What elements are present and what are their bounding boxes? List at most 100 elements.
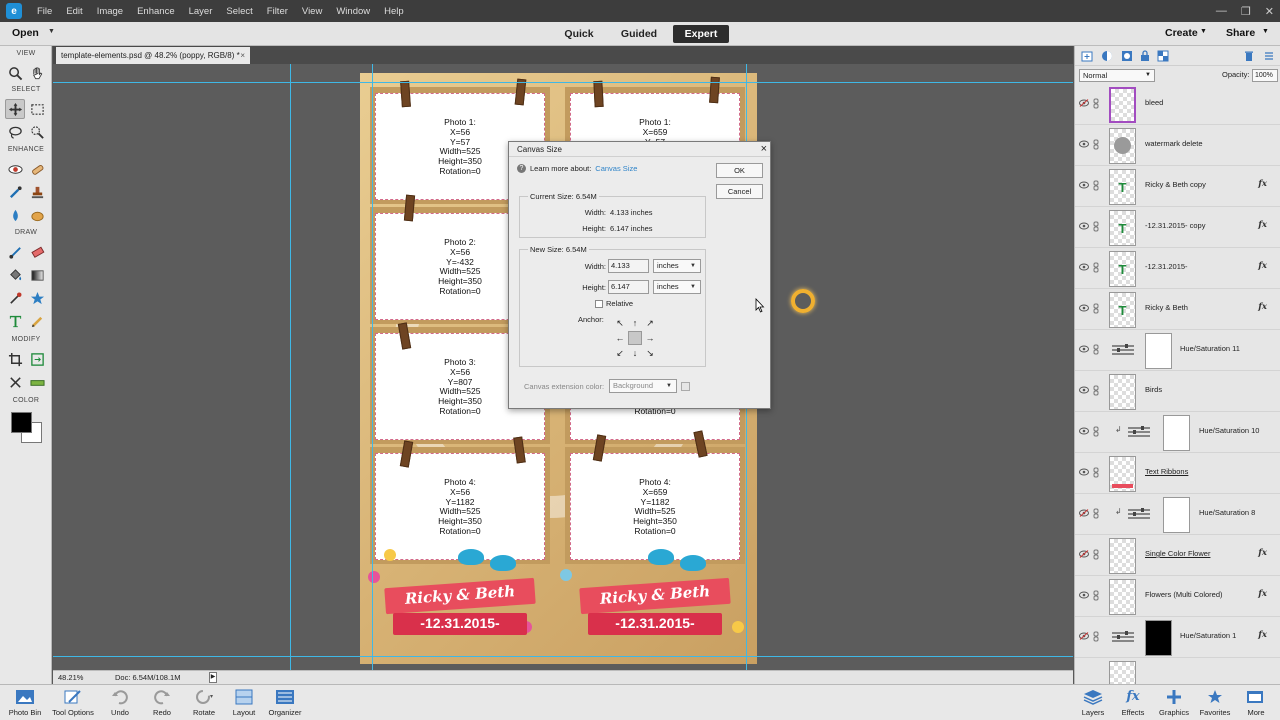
link-icon[interactable] — [1093, 221, 1099, 232]
redo-button[interactable]: Redo — [148, 688, 176, 717]
sponge-tool-icon[interactable] — [27, 205, 47, 225]
fx-icon[interactable]: fx — [1258, 261, 1267, 271]
menu-help[interactable]: Help — [377, 6, 411, 17]
quick-selection-tool-icon[interactable] — [27, 122, 47, 142]
eye-icon[interactable] — [1079, 181, 1089, 189]
anchor-n-arrow-icon[interactable]: ↑ — [628, 316, 642, 330]
dialog-close-icon[interactable]: × — [761, 142, 767, 157]
link-icon[interactable] — [1093, 262, 1099, 273]
eye-hidden-icon[interactable] — [1079, 509, 1089, 517]
brush-tool-icon[interactable] — [5, 242, 25, 262]
anchor-w-arrow-icon[interactable]: ← — [613, 331, 627, 345]
layer-row[interactable]: ↲ Hue/Saturation 10 — [1075, 412, 1280, 453]
lock-transparent-icon[interactable] — [1157, 50, 1169, 62]
spot-healing-tool-icon[interactable] — [27, 159, 47, 179]
lasso-tool-icon[interactable] — [5, 122, 25, 142]
menu-layer[interactable]: Layer — [182, 6, 220, 17]
guide-line[interactable] — [290, 64, 291, 670]
eye-icon[interactable] — [1079, 345, 1089, 353]
fx-icon[interactable]: fx — [1258, 179, 1267, 189]
share-dropdown-icon[interactable]: ▼ — [1262, 28, 1269, 35]
zoom-tool-icon[interactable] — [5, 63, 25, 83]
fx-icon[interactable]: fx — [1258, 630, 1267, 640]
guide-line[interactable] — [372, 64, 373, 670]
status-menu-arrow-icon[interactable]: ▶ — [209, 672, 217, 683]
extension-color-swatch[interactable] — [681, 382, 690, 391]
new-layer-icon[interactable] — [1081, 50, 1093, 62]
create-button[interactable]: Create — [1165, 27, 1198, 39]
menu-view[interactable]: View — [295, 6, 329, 17]
panel-menu-icon[interactable] — [1263, 50, 1275, 62]
height-input[interactable]: 6.147 — [608, 280, 649, 294]
layer-row[interactable]: Flowers (Multi Colored) fx — [1075, 576, 1280, 617]
fx-icon[interactable]: fx — [1258, 220, 1267, 230]
smart-brush-tool-icon[interactable] — [5, 182, 25, 202]
zoom-level[interactable]: 48.21% — [58, 671, 102, 684]
hand-tool-icon[interactable] — [27, 63, 47, 83]
eyedropper-tool-icon[interactable] — [5, 288, 25, 308]
link-icon[interactable] — [1093, 549, 1099, 560]
layer-row[interactable]: ↲ Hue/Saturation 8 — [1075, 494, 1280, 535]
undo-button[interactable]: Undo — [106, 688, 134, 717]
link-icon[interactable] — [1093, 508, 1099, 519]
eraser-tool-icon[interactable] — [27, 242, 47, 262]
layout-button[interactable]: Layout — [228, 688, 260, 717]
content-aware-move-tool-icon[interactable] — [5, 372, 25, 392]
menu-file[interactable]: File — [30, 6, 59, 17]
crop-tool-icon[interactable] — [5, 349, 25, 369]
eye-hidden-icon[interactable] — [1079, 632, 1089, 640]
paint-bucket-tool-icon[interactable] — [5, 265, 25, 285]
eye-icon[interactable] — [1079, 304, 1089, 312]
anchor-s-arrow-icon[interactable]: ↓ — [628, 346, 642, 360]
photo-slot[interactable]: Photo 4: X=659 Y=1182 Width=525 Height=3… — [570, 453, 740, 560]
anchor-center[interactable] — [628, 331, 642, 345]
opacity-input[interactable]: 100% — [1252, 69, 1278, 82]
marquee-tool-icon[interactable] — [27, 99, 47, 119]
clone-stamp-tool-icon[interactable] — [27, 182, 47, 202]
eye-icon[interactable] — [1079, 140, 1089, 148]
close-document-icon[interactable]: × — [240, 47, 245, 64]
red-eye-tool-icon[interactable] — [5, 159, 25, 179]
width-input[interactable]: 4.133 — [608, 259, 649, 273]
photo-slot[interactable]: Photo 4: X=56 Y=1182 Width=525 Height=35… — [375, 453, 545, 560]
fx-icon[interactable]: fx — [1258, 302, 1267, 312]
gradient-tool-icon[interactable] — [27, 265, 47, 285]
link-icon[interactable] — [1093, 590, 1099, 601]
layer-row[interactable]: T -12.31.2015- fx — [1075, 248, 1280, 289]
eye-icon[interactable] — [1079, 427, 1089, 435]
link-icon[interactable] — [1093, 631, 1099, 642]
menu-filter[interactable]: Filter — [260, 6, 295, 17]
recompose-tool-icon[interactable] — [27, 349, 47, 369]
layer-row[interactable] — [1075, 658, 1280, 684]
guide-line[interactable] — [53, 656, 1073, 657]
tool-options-button[interactable]: Tool Options — [48, 688, 98, 717]
layers-button[interactable]: Layers — [1078, 688, 1108, 717]
foreground-color-swatch[interactable] — [11, 412, 32, 433]
fx-icon[interactable]: fx — [1258, 548, 1267, 558]
extension-color-select[interactable]: Background ▼ — [609, 379, 677, 393]
create-dropdown-icon[interactable]: ▼ — [1200, 28, 1207, 35]
link-icon[interactable] — [1093, 426, 1099, 437]
maximize-icon[interactable]: ❐ — [1241, 5, 1251, 18]
blur-tool-icon[interactable] — [5, 205, 25, 225]
layer-row[interactable]: Hue/Saturation 11 — [1075, 330, 1280, 371]
organizer-button[interactable]: Organizer — [266, 688, 304, 717]
menu-enhance[interactable]: Enhance — [130, 6, 182, 17]
favorites-button[interactable]: Favorites — [1198, 688, 1232, 717]
more-button[interactable]: More — [1242, 688, 1270, 717]
layer-row[interactable]: Single Color Flower fx — [1075, 535, 1280, 576]
anchor-grid[interactable]: ↖ ↑ ↗ ← → ↙ ↓ ↘ — [613, 316, 657, 360]
move-tool-icon[interactable] — [5, 99, 25, 119]
help-link[interactable]: Canvas Size — [595, 164, 637, 173]
eye-hidden-icon[interactable] — [1079, 550, 1089, 558]
delete-layer-icon[interactable] — [1243, 50, 1255, 62]
link-icon[interactable] — [1093, 98, 1099, 109]
link-icon[interactable] — [1093, 385, 1099, 396]
eye-icon[interactable] — [1079, 222, 1089, 230]
layer-mask-icon[interactable] — [1121, 50, 1133, 62]
layer-row[interactable]: T -12.31.2015- copy fx — [1075, 207, 1280, 248]
adjustment-layer-icon[interactable] — [1101, 50, 1113, 62]
anchor-se-arrow-icon[interactable]: ↘ — [643, 346, 657, 360]
link-icon[interactable] — [1093, 180, 1099, 191]
blend-mode-select[interactable]: Normal ▼ — [1079, 69, 1155, 82]
